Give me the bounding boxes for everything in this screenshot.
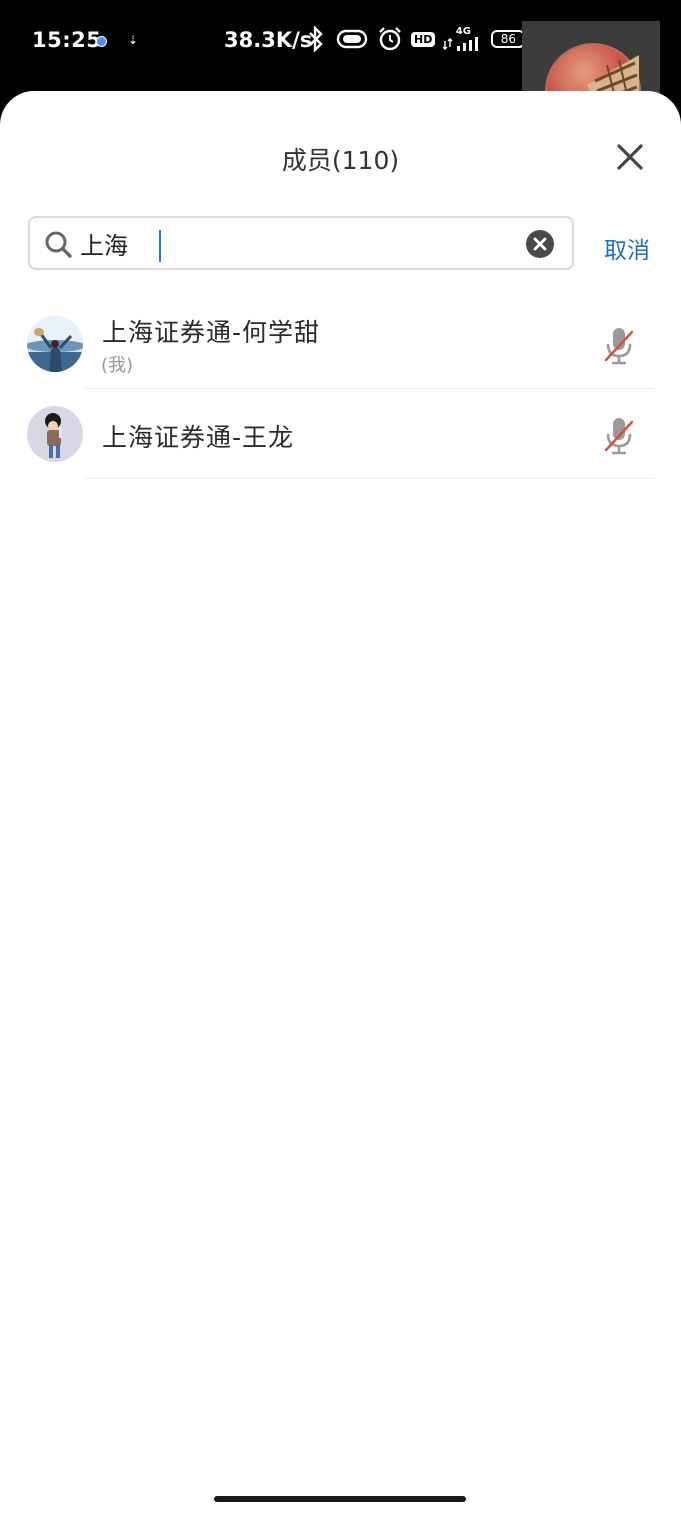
notification-arrow-icon: ⇣ xyxy=(128,33,139,47)
alarm-icon xyxy=(377,26,403,52)
notification-dot-icon xyxy=(96,36,107,47)
search-box[interactable] xyxy=(28,216,574,270)
network-type-label: 4G xyxy=(455,26,471,37)
member-name: 上海证券通-何学甜 xyxy=(102,318,321,347)
hd-icon: HD xyxy=(411,31,436,47)
search-input[interactable] xyxy=(80,225,510,261)
cancel-button[interactable]: 取消 xyxy=(604,231,650,265)
close-button[interactable] xyxy=(612,139,648,175)
signal-icon: 4G xyxy=(443,27,483,51)
status-time: 15:25 xyxy=(32,28,102,52)
mic-muted-icon xyxy=(603,416,635,456)
network-speed: 38.3K/s xyxy=(224,28,313,52)
vibrate-icon xyxy=(335,28,369,50)
battery-icon: 86 xyxy=(491,30,529,48)
close-icon xyxy=(617,144,643,170)
clear-search-button[interactable] xyxy=(526,230,554,258)
member-self-tag: (我) xyxy=(101,355,134,376)
sheet-title: 成员(110) xyxy=(281,146,400,175)
member-row[interactable]: 上海证券通-何学甜 (我) xyxy=(0,299,681,389)
member-name: 上海证券通-王龙 xyxy=(102,423,295,452)
screen: 15:25 ⇣ 38.3K/s HD 4G 86 成员(110) 上海 取消 上… xyxy=(0,0,681,1513)
avatar xyxy=(27,316,83,372)
avatar xyxy=(27,406,83,462)
mic-muted-icon xyxy=(603,326,635,366)
status-icons: HD 4G 86 xyxy=(305,26,529,52)
member-row[interactable]: 上海证券通-王龙 xyxy=(0,389,681,479)
clear-icon xyxy=(533,237,547,251)
home-indicator[interactable] xyxy=(214,1496,466,1502)
search-icon xyxy=(45,231,72,258)
bluetooth-icon xyxy=(305,26,327,52)
battery-level: 86 xyxy=(500,32,516,46)
members-sheet: 成员(110) 取消 xyxy=(0,91,681,1513)
row-divider xyxy=(84,478,654,479)
text-cursor xyxy=(159,230,161,262)
